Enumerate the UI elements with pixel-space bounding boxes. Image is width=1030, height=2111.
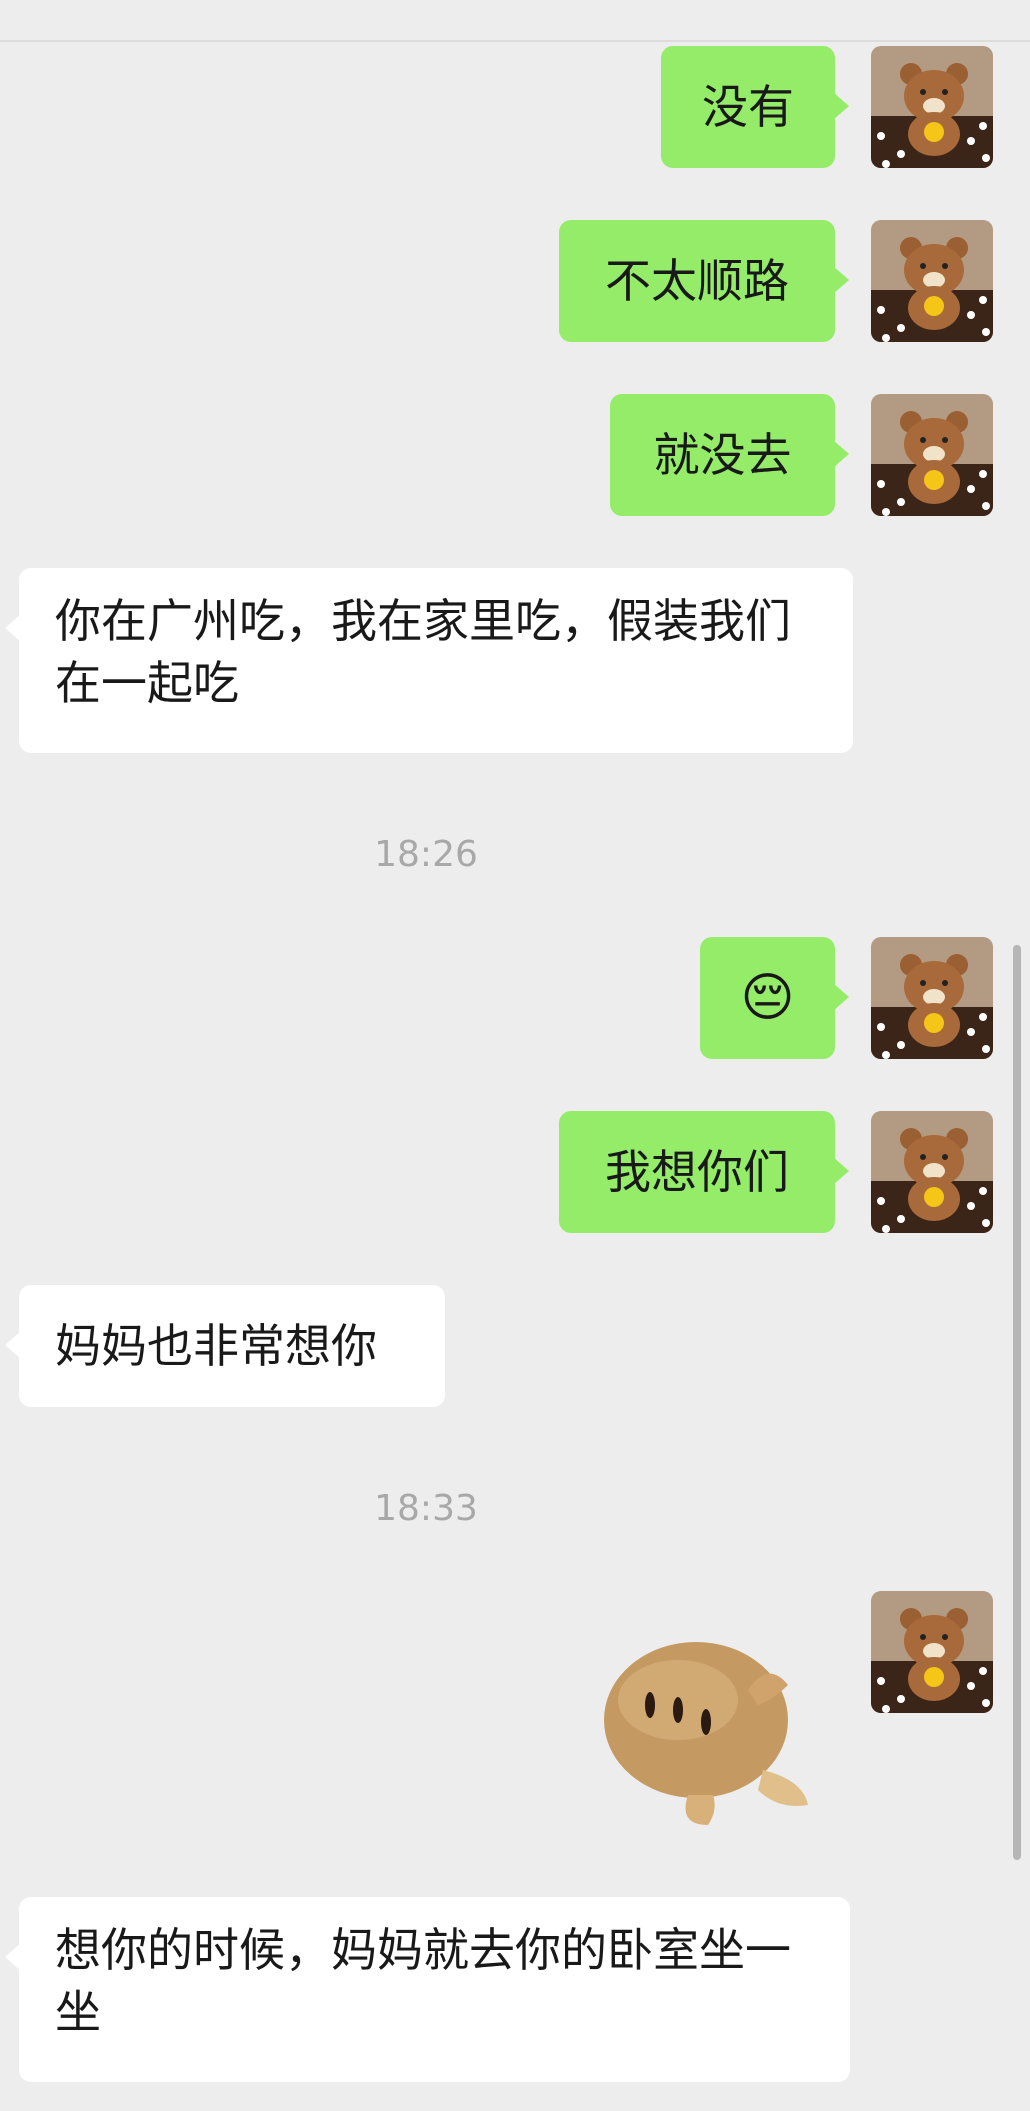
chat-header: · · [0,0,1030,42]
received-message-bubble[interactable]: 你在广州吃，我在家里吃，假装我们在一起吃 [5,568,853,753]
potato-sticker-icon [604,1642,808,1825]
self-avatar[interactable] [871,46,993,168]
self-avatar[interactable] [871,1591,993,1713]
pensive-face-icon: 😔 [740,968,795,1028]
sent-emoji-bubble[interactable]: 😔 [700,937,849,1059]
message-text: 妈妈也非常想你 [55,1319,377,1373]
received-message-bubble[interactable]: 想你的时候，妈妈就去你的卧室坐一坐 [5,1897,850,2082]
received-message-bubble[interactable]: 妈妈也非常想你 [5,1285,445,1407]
sent-message-bubble[interactable]: 我想你们 [559,1111,849,1233]
teddy-bear-avatar-icon [871,937,993,1059]
chat-title-fragment: · · [470,0,530,4]
scrollbar[interactable] [1013,945,1021,1860]
message-text: 不太顺路 [605,254,789,308]
message-text: 你在广州吃，我在家里吃，假装我们在一起吃 [55,594,791,710]
self-avatar[interactable] [871,937,993,1059]
sent-message-bubble[interactable]: 就没去 [610,394,849,516]
teddy-bear-avatar-icon [871,1111,993,1233]
message-timestamp: 18:26 [374,834,478,875]
teddy-bear-avatar-icon [871,394,993,516]
message-text: 没有 [702,80,794,134]
message-text: 我想你们 [605,1145,789,1199]
message-text: 就没去 [653,428,792,482]
teddy-bear-avatar-icon [871,46,993,168]
teddy-bear-avatar-icon [871,1591,993,1713]
self-avatar[interactable] [871,1111,993,1233]
chat-screen: · · 没有 不太顺路 就没去 [0,0,1030,2111]
teddy-bear-avatar-icon [871,220,993,342]
sticker-message[interactable] [598,1630,818,1830]
message-text: 想你的时候，妈妈就去你的卧室坐一坐 [55,1923,791,2039]
sent-message-bubble[interactable]: 不太顺路 [559,220,849,342]
self-avatar[interactable] [871,394,993,516]
self-avatar[interactable] [871,220,993,342]
message-timestamp: 18:33 [374,1488,478,1529]
sent-message-bubble[interactable]: 没有 [661,46,849,168]
